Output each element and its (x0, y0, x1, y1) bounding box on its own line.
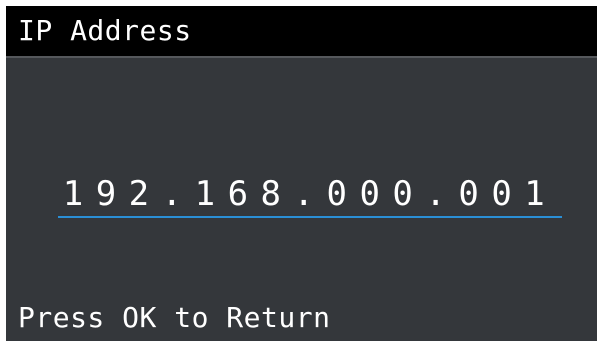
return-instruction: Press OK to Return (18, 301, 331, 334)
lcd-screen: IP Address 192.168.000.001 Press OK to R… (6, 6, 597, 341)
ip-address-field[interactable]: 192.168.000.001 (58, 172, 562, 218)
ip-address-value: 192.168.000.001 (62, 174, 558, 214)
page-title: IP Address (18, 14, 192, 47)
title-bar: IP Address (6, 6, 597, 58)
